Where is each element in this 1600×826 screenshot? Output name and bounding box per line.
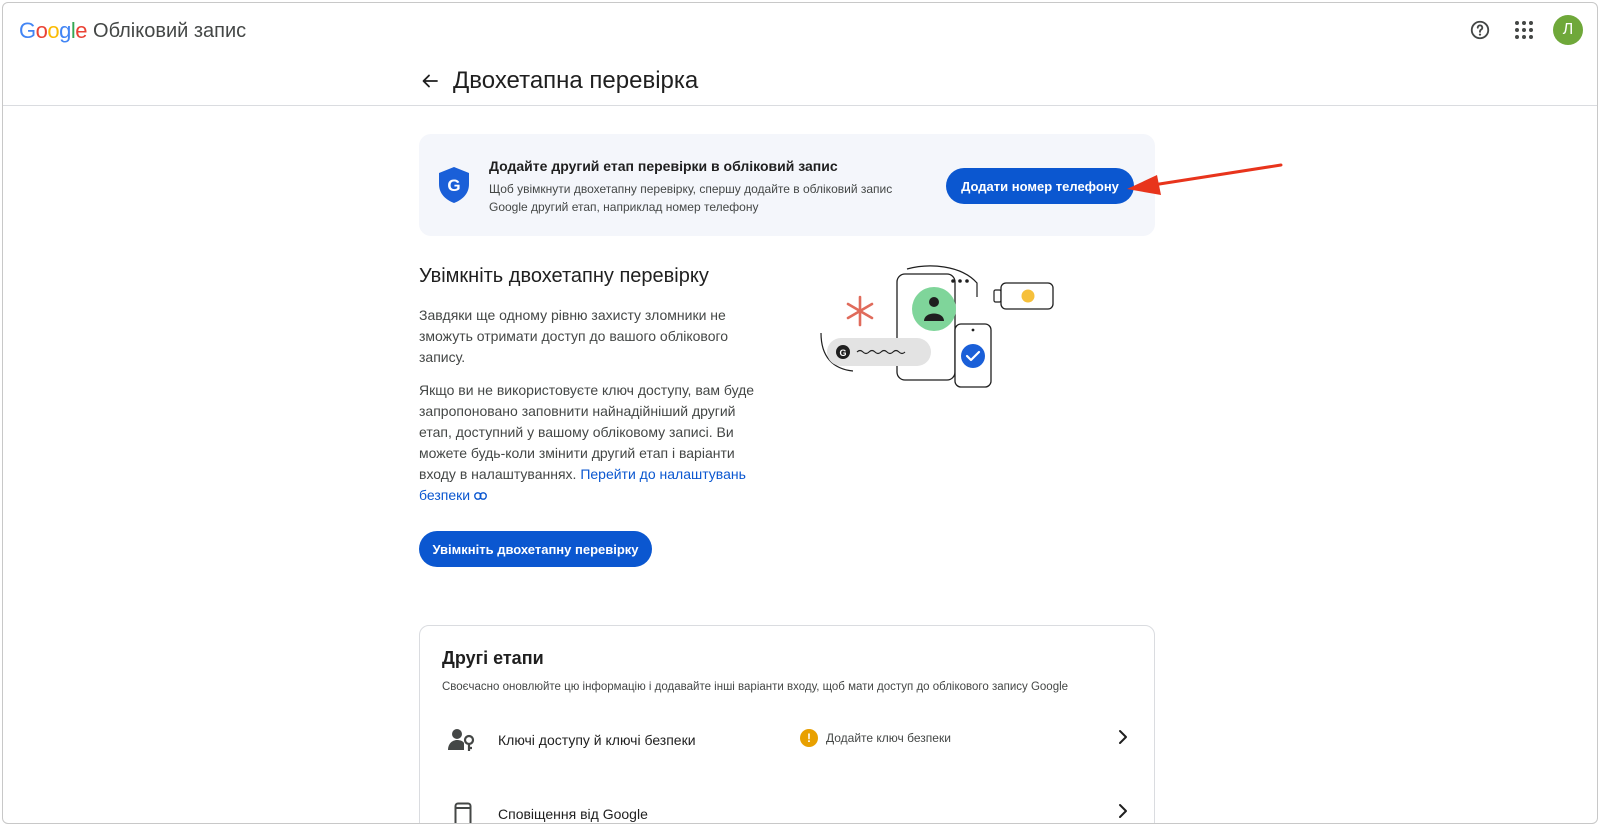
back-arrow-icon[interactable] xyxy=(419,70,441,92)
help-icon[interactable] xyxy=(1465,15,1495,45)
google-shield-icon: G xyxy=(437,166,471,209)
other-steps-card: Другі етапи Своєчасно оновлюйте цю інфор… xyxy=(419,625,1155,823)
google-prompts-label: Сповіщення від Google xyxy=(498,806,648,822)
app-name: Обліковий запис xyxy=(93,19,247,42)
top-actions: Л xyxy=(1465,15,1583,45)
section-title: Увімкніть двохетапну перевірку xyxy=(419,265,709,287)
chevron-right-icon xyxy=(1119,804,1127,818)
google-logo: Google xyxy=(19,18,88,43)
svg-text:G: G xyxy=(447,176,460,195)
svg-text:G: G xyxy=(839,348,846,358)
passkey-icon xyxy=(448,729,475,751)
passkeys-status: ! Додайте ключ безпеки xyxy=(800,729,951,747)
page-header: Двохетапна перевірка xyxy=(419,67,698,95)
page-title: Двохетапна перевірка xyxy=(453,67,699,94)
apps-grid-icon[interactable] xyxy=(1509,15,1539,45)
add-phone-number-button[interactable]: Додати номер телефону xyxy=(946,168,1134,204)
top-bar: Google Обліковий запис Л Двохетапна пере… xyxy=(3,3,1597,106)
other-steps-title: Другі етапи xyxy=(442,648,544,668)
passkeys-status-text: Додайте ключ безпеки xyxy=(826,731,951,745)
phone-icon xyxy=(454,802,472,823)
link-icon xyxy=(474,492,487,501)
avatar[interactable]: Л xyxy=(1553,15,1583,45)
warning-icon: ! xyxy=(800,729,818,747)
add-second-step-banner: G Додайте другий етап перевірки в обліко… xyxy=(419,134,1155,236)
two-step-illustration: G xyxy=(820,265,1054,388)
annotation-arrow-icon xyxy=(1127,163,1283,195)
section-paragraph-1: Завдяки ще одному рівню захисту зломники… xyxy=(419,307,729,365)
enable-2sv-button[interactable]: Увімкніть двохетапну перевірку xyxy=(419,531,652,567)
chevron-right-icon xyxy=(1119,730,1127,744)
section-paragraph-2: Якщо ви не використовуєте ключ доступу, … xyxy=(419,380,769,506)
banner-description: Щоб увімкнути двохетапну перевірку, спер… xyxy=(489,182,893,214)
banner-title: Додайте другий етап перевірки в облікови… xyxy=(489,158,838,174)
other-steps-subtitle: Своєчасно оновлюйте цю інформацію і дода… xyxy=(442,681,1069,693)
google-account-logo[interactable]: Google Обліковий запис xyxy=(19,18,246,44)
passkeys-row[interactable]: Ключі доступу й ключі безпеки ! Додайте … xyxy=(420,710,1154,770)
google-prompts-row[interactable]: Сповіщення від Google xyxy=(420,784,1154,823)
passkeys-label: Ключі доступу й ключі безпеки xyxy=(498,732,696,748)
browser-frame: Google Обліковий запис Л Двохетапна пере… xyxy=(2,2,1598,824)
